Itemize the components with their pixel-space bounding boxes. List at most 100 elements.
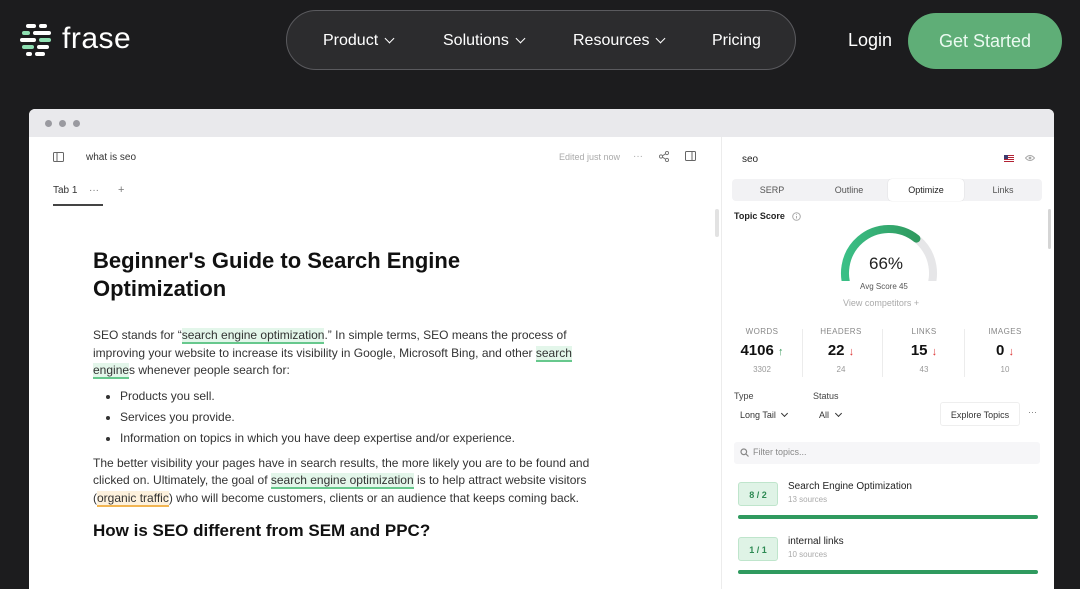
arrow-down-icon: ↓ xyxy=(1008,346,1015,358)
optimize-panel: seo SERP Outline Optimize Links Topic Sc… xyxy=(722,137,1054,589)
text-run: ) who will become customers, clients or … xyxy=(168,490,580,505)
status-select[interactable]: All xyxy=(819,409,842,420)
window-titlebar xyxy=(29,109,1054,137)
sidebar-toggle-icon[interactable] xyxy=(53,152,64,162)
arrow-up-icon: ↑ xyxy=(778,346,784,358)
filter-placeholder: Filter topics... xyxy=(753,447,807,457)
nav-product[interactable]: Product xyxy=(323,11,395,71)
info-icon[interactable] xyxy=(792,212,801,221)
doc-tabs: Tab 1 ··· + xyxy=(53,184,124,206)
app-window: what is seo Edited just now ··· Tab 1 ··… xyxy=(29,109,1054,589)
tab-outline[interactable]: Outline xyxy=(811,179,887,201)
nav-product-label: Product xyxy=(323,32,379,49)
type-label: Type xyxy=(734,391,754,401)
frase-logo[interactable]: frase xyxy=(20,22,131,56)
filter-topics-input[interactable]: Filter topics... xyxy=(734,442,1040,464)
keyword-highlight-partial[interactable]: organic traffic xyxy=(97,490,169,507)
chevron-down-icon xyxy=(781,409,789,418)
panel-scrollbar[interactable] xyxy=(1048,209,1051,249)
eye-icon[interactable] xyxy=(1025,154,1035,162)
window-dot xyxy=(59,120,66,127)
document-body[interactable]: Beginner's Guide to Search Engine Optimi… xyxy=(93,247,598,541)
panel-toggle-icon[interactable] xyxy=(685,151,696,161)
stat-divider xyxy=(882,329,883,377)
nav-solutions[interactable]: Solutions xyxy=(443,11,526,71)
topic-count-badge: 1 / 1 xyxy=(738,537,778,561)
stat-value: 15 ↓ xyxy=(889,342,959,359)
main-nav: Product Solutions Resources Pricing xyxy=(286,10,796,70)
avg-score: Avg Score 45 xyxy=(860,282,908,291)
list-item: Services you provide. xyxy=(120,407,598,428)
tab-links[interactable]: Links xyxy=(965,179,1041,201)
stat-number: 0 xyxy=(995,342,1005,359)
tab-optimize[interactable]: Optimize xyxy=(888,179,964,201)
chevron-down-icon xyxy=(515,33,526,44)
type-select[interactable]: Long Tail xyxy=(740,409,789,420)
stat-label: LINKS xyxy=(911,327,937,336)
stat-value: 0 ↓ xyxy=(970,342,1040,359)
topic-item[interactable]: 8 / 2 Search Engine Optimization 13 sour… xyxy=(738,478,1038,519)
doc-subheading: How is SEO different from SEM and PPC? xyxy=(93,521,431,540)
stat-number: 22 xyxy=(827,342,845,359)
get-started-button[interactable]: Get Started xyxy=(908,13,1062,69)
doc-heading: Beginner's Guide to Search Engine Optimi… xyxy=(93,248,461,301)
keyword-highlight[interactable]: search engine optimization xyxy=(270,473,414,489)
editor-toolbar: what is seo Edited just now ··· xyxy=(29,137,721,177)
tab-serp[interactable]: SERP xyxy=(734,179,810,201)
editor-scrollbar[interactable] xyxy=(715,209,719,237)
stat-divider xyxy=(802,329,803,377)
stat-target: 43 xyxy=(919,365,929,374)
topic-score-label: Topic Score xyxy=(734,211,785,221)
tab-more-button[interactable]: ··· xyxy=(89,185,99,196)
login-link[interactable]: Login xyxy=(848,30,892,51)
stat-target: 3302 xyxy=(753,365,771,374)
stat-value: 22 ↓ xyxy=(806,342,876,359)
topic-item[interactable]: 1 / 1 internal links 10 sources xyxy=(738,533,1038,574)
query-label: seo xyxy=(742,154,759,165)
list-item: Information on topics in which you have … xyxy=(120,428,598,449)
topic-sources: 13 sources xyxy=(788,495,828,504)
stat-headers: HEADERS 22 ↓ 24 xyxy=(806,327,876,374)
topic-count-badge: 8 / 2 xyxy=(738,482,778,506)
text-run: s whenever people search for: xyxy=(129,363,290,377)
topic-progress-bar xyxy=(738,515,1038,519)
explore-topics-button[interactable]: Explore Topics xyxy=(940,402,1020,426)
arrow-down-icon: ↓ xyxy=(848,346,855,358)
nav-resources[interactable]: Resources xyxy=(573,11,666,71)
stat-label: WORDS xyxy=(745,327,779,336)
add-tab-button[interactable]: + xyxy=(118,184,124,196)
chevron-down-icon xyxy=(834,409,842,418)
view-competitors-link[interactable]: View competitors + xyxy=(843,298,919,308)
topic-name: internal links xyxy=(788,536,844,547)
doc-title[interactable]: what is seo xyxy=(86,152,136,163)
more-options-button[interactable]: ··· xyxy=(633,151,643,162)
view-competitors-label: View competitors xyxy=(843,298,912,308)
window-dot xyxy=(73,120,80,127)
more-options-button[interactable]: ··· xyxy=(1028,407,1037,417)
keyword-highlight[interactable]: search engine optimization xyxy=(181,328,325,344)
stat-images: IMAGES 0 ↓ 10 xyxy=(970,327,1040,374)
nav-solutions-label: Solutions xyxy=(443,32,509,49)
nav-pricing[interactable]: Pricing xyxy=(712,11,761,71)
stat-target: 24 xyxy=(836,365,846,374)
us-flag-icon[interactable] xyxy=(1004,155,1014,162)
plus-icon: + xyxy=(913,298,920,308)
stat-value: 4106 ↑ xyxy=(727,342,797,359)
stat-divider xyxy=(964,329,965,377)
doc-bullet-list: Products you sell. Services you provide.… xyxy=(93,386,598,449)
type-value: Long Tail xyxy=(740,410,776,420)
stat-label: IMAGES xyxy=(988,327,1022,336)
window-dot xyxy=(45,120,52,127)
nav-pricing-label: Pricing xyxy=(712,32,761,49)
stat-words: WORDS 4106 ↑ 3302 xyxy=(727,327,797,374)
stat-target: 10 xyxy=(1000,365,1010,374)
stat-number: 15 xyxy=(910,342,928,359)
editor-pane: what is seo Edited just now ··· Tab 1 ··… xyxy=(29,137,721,589)
score-value: 66% xyxy=(869,254,904,273)
share-icon[interactable] xyxy=(659,151,669,162)
chevron-down-icon xyxy=(384,33,395,44)
text-run: SEO stands for “ xyxy=(93,328,182,342)
nav-resources-label: Resources xyxy=(573,32,650,49)
edit-status: Edited just now xyxy=(559,152,621,162)
search-icon xyxy=(740,448,749,457)
